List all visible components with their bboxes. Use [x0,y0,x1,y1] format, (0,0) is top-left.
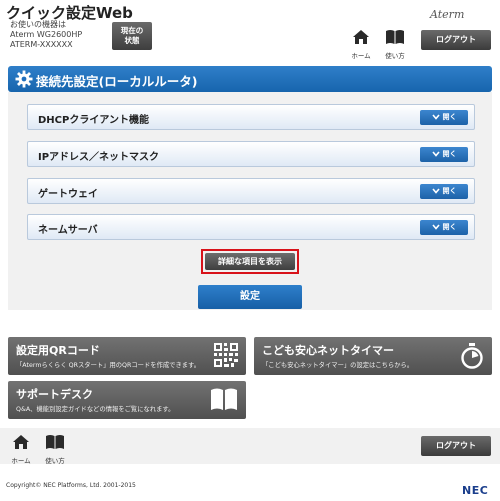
open-button-label: 開く [442,150,457,158]
open-button[interactable]: 開く [420,110,468,125]
chevron-down-icon [431,188,440,194]
footer-bar: ホーム 使い方 ログアウト [0,428,500,465]
gear-icon [15,70,33,88]
home-link[interactable]: ホーム [348,29,374,60]
manual-link[interactable]: 使い方 [382,29,408,60]
accordion-gateway[interactable]: ゲートウェイ 開く [27,178,475,204]
show-details-button[interactable]: 詳細な項目を表示 [205,253,295,270]
current-status-button[interactable]: 現在の 状態 [112,22,152,50]
device-model: Aterm WG2600HP [10,30,83,39]
home-label: ホーム [11,457,31,465]
copyright: Copyright© NEC Platforms, Ltd. 2001-2015 [6,482,136,489]
logout-button[interactable]: ログアウト [421,30,491,50]
qr-code-tile[interactable]: 設定用QRコード 「Atermらくらく QRスタート」用のQRコードを作成できま… [8,337,246,375]
accordion-label: DHCPクライアント機能 [38,115,149,126]
home-link[interactable]: ホーム [8,434,34,465]
chevron-down-icon [431,224,440,230]
stopwatch-icon [461,343,483,369]
apply-button[interactable]: 設定 [198,285,302,309]
home-icon [13,435,29,449]
chevron-down-icon [431,114,440,120]
manual-label: 使い方 [385,52,405,60]
accordion-label: ゲートウェイ [38,189,98,200]
tile-description: 「こども安心ネットタイマー」の設定はこちらから。 [262,362,414,369]
accordion-dhcp-client[interactable]: DHCPクライアント機能 開く [27,104,475,130]
status-button-line1: 現在の [120,26,144,35]
open-button-label: 開く [442,223,457,231]
book-icon [211,388,237,410]
open-button[interactable]: 開く [420,220,468,235]
tile-description: 「Atermらくらく QRスタート」用のQRコードを作成できます。 [16,362,201,369]
chevron-down-icon [431,151,440,157]
manual-label: 使い方 [45,457,65,465]
accordion-ip-netmask[interactable]: IPアドレス／ネットマスク 開く [27,141,475,167]
device-name: ATERM-XXXXXX [10,40,73,49]
book-icon [386,30,404,44]
accordion-label: IPアドレス／ネットマスク [38,152,160,163]
nec-logo: NEC [462,484,489,497]
open-button[interactable]: 開く [420,147,468,162]
open-button-label: 開く [442,187,457,195]
home-icon [353,30,369,44]
open-button[interactable]: 開く [420,184,468,199]
open-button-label: 開く [442,113,457,121]
aterm-logo: Aterm [430,8,465,21]
support-desk-tile[interactable]: サポートデスク Q&A、機能別設定ガイドなどの情報をご覧になれます。 [8,381,246,419]
accordion-label: ネームサーバ [38,225,98,236]
tile-description: Q&A、機能別設定ガイドなどの情報をご覧になれます。 [16,406,175,413]
tile-title: 設定用QRコード [16,344,100,357]
qr-code-icon [214,343,238,367]
manual-link[interactable]: 使い方 [42,434,68,465]
logout-button[interactable]: ログアウト [421,436,491,456]
section-banner: 接続先設定(ローカルルータ) [8,66,492,92]
child-timer-tile[interactable]: こども安心ネットタイマー 「こども安心ネットタイマー」の設定はこちらから。 [254,337,492,375]
section-title: 接続先設定(ローカルルータ) [36,74,198,89]
tile-title: サポートデスク [16,388,93,401]
detail-highlight: 詳細な項目を表示 [201,249,299,274]
status-button-line2: 状態 [124,36,140,45]
device-label: お使いの機器は [10,20,66,29]
header: クイック設定Web お使いの機器は Aterm WG2600HP ATERM-X… [0,0,500,62]
tile-title: こども安心ネットタイマー [262,344,394,357]
home-label: ホーム [351,52,371,60]
accordion-name-server[interactable]: ネームサーバ 開く [27,214,475,240]
book-icon [46,435,64,449]
